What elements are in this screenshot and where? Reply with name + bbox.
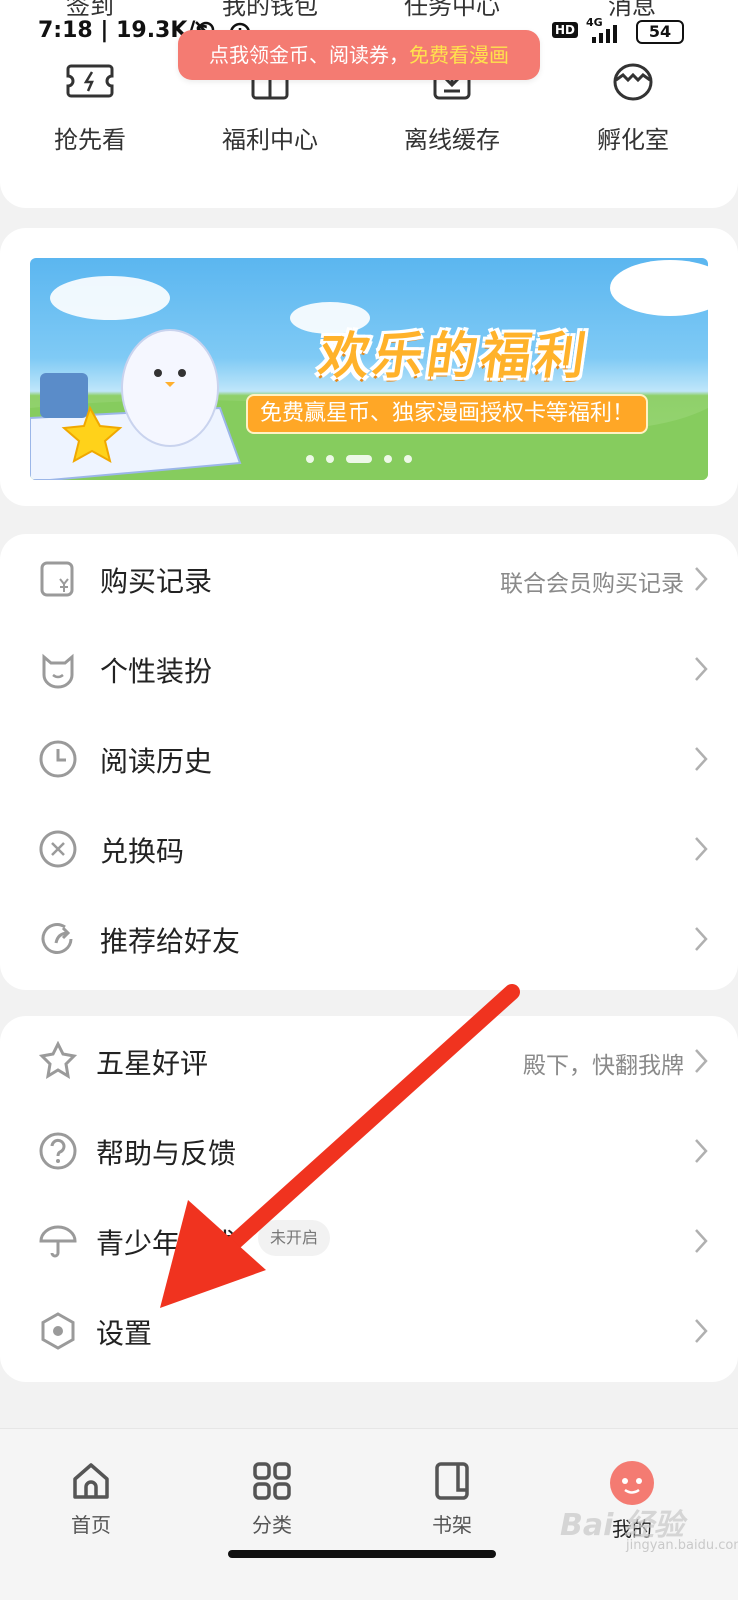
carousel-dot-active[interactable]	[346, 455, 372, 463]
signal-icon	[592, 25, 617, 43]
battery-level: 54	[636, 20, 684, 44]
grid-label: 离线缓存	[404, 126, 500, 154]
receipt-yen-icon	[40, 561, 74, 597]
menu-group-2: 五星好评 殿下，快翻我牌 帮助与反馈 青少年模式 未开启 设置	[0, 1016, 738, 1382]
grid-icon	[253, 1462, 291, 1500]
carousel-dot[interactable]	[326, 455, 334, 463]
menu-group-1: 购买记录 联合会员购买记录 个性装扮 阅读历史 兑换码 推荐给好友	[0, 534, 738, 990]
chevron-right-icon	[695, 1229, 708, 1253]
menu-label: 青少年模式	[96, 1227, 237, 1260]
carousel-dots	[306, 448, 424, 463]
banner-subtitle: 免费赢星币、独家漫画授权卡等福利！	[246, 394, 649, 434]
carousel-dot[interactable]	[404, 455, 412, 463]
nav-item-bookshelf[interactable]: 书架	[392, 1459, 512, 1538]
banner-card: 欢乐的福利 免费赢星币、独家漫画授权卡等福利！	[0, 228, 738, 506]
nav-label: 分类	[252, 1513, 292, 1537]
reward-toast[interactable]: 点我领金币、阅读券，免费看漫画	[178, 30, 540, 80]
menu-right-text[interactable]: 联合会员购买记录	[500, 564, 684, 598]
grid-label: 福利中心	[222, 126, 318, 154]
cat-face-icon	[42, 653, 74, 689]
status-badge: 未开启	[258, 1220, 331, 1256]
chevron-right-icon	[695, 837, 708, 861]
toast-text: 点我领金币、阅读券，	[209, 43, 409, 67]
menu-item-recommend-friends[interactable]: 推荐给好友	[0, 894, 738, 984]
chevron-right-icon	[695, 567, 708, 591]
nav-item-home[interactable]: 首页	[31, 1459, 151, 1538]
menu-item-reading-history[interactable]: 阅读历史	[0, 714, 738, 804]
hd-badge: HD	[552, 22, 579, 38]
menu-item-redeem-code[interactable]: 兑换码	[0, 804, 738, 894]
menu-label: 设置	[96, 1317, 153, 1350]
redeem-code-icon	[39, 830, 77, 868]
menu-label: 阅读历史	[100, 745, 213, 778]
menu-item-teen-mode[interactable]: 青少年模式 未开启	[0, 1196, 738, 1286]
share-arrow-icon	[41, 923, 73, 954]
bookshelf-icon	[435, 1462, 469, 1500]
menu-label: 推荐给好友	[100, 925, 241, 958]
ticket-bolt-icon	[66, 64, 114, 98]
chevron-right-icon	[695, 1319, 708, 1343]
chevron-right-icon	[695, 927, 708, 951]
hexagon-settings-icon	[41, 1312, 75, 1350]
nav-label: 书架	[432, 1513, 472, 1537]
question-icon	[39, 1132, 77, 1170]
grid-item-early-access[interactable]: 抢先看	[15, 56, 165, 155]
chevron-right-icon	[695, 1139, 708, 1163]
menu-label: 购买记录	[100, 565, 213, 598]
umbrella-icon	[39, 1225, 77, 1258]
egg-icon	[613, 63, 653, 101]
star-badge-icon	[38, 1041, 78, 1079]
clock-icon	[39, 740, 77, 778]
watermark-sub: jingyan.baidu.com	[626, 1538, 738, 1553]
carousel-dot[interactable]	[306, 455, 314, 463]
nav-item-categories[interactable]: 分类	[212, 1459, 332, 1538]
toast-highlight: 免费看漫画	[409, 43, 509, 67]
grid-label: 抢先看	[54, 126, 126, 154]
grid-item-incubator[interactable]: 孵化室	[558, 56, 708, 155]
menu-right-text[interactable]: 殿下，快翻我牌	[523, 1046, 684, 1080]
nav-label: 首页	[71, 1513, 111, 1537]
menu-label: 帮助与反馈	[96, 1137, 237, 1170]
menu-label: 五星好评	[96, 1047, 209, 1080]
home-icon	[73, 1463, 109, 1499]
chevron-right-icon	[695, 747, 708, 771]
home-indicator[interactable]	[228, 1550, 496, 1558]
chevron-right-icon	[695, 657, 708, 681]
menu-label: 个性装扮	[100, 655, 213, 688]
carousel-dot[interactable]	[384, 455, 392, 463]
menu-item-help-feedback[interactable]: 帮助与反馈	[0, 1106, 738, 1196]
menu-item-purchase-records[interactable]: 购买记录 联合会员购买记录	[0, 534, 738, 624]
grid-label: 孵化室	[597, 126, 669, 154]
menu-item-settings[interactable]: 设置	[0, 1286, 738, 1376]
menu-item-five-star-review[interactable]: 五星好评 殿下，快翻我牌	[0, 1016, 738, 1106]
promo-banner[interactable]: 欢乐的福利 免费赢星币、独家漫画授权卡等福利！	[30, 258, 708, 480]
menu-label: 兑换码	[100, 835, 185, 868]
menu-item-personal-dressup[interactable]: 个性装扮	[0, 624, 738, 714]
banner-title: 欢乐的福利	[315, 327, 594, 385]
chevron-right-icon	[695, 1049, 708, 1073]
